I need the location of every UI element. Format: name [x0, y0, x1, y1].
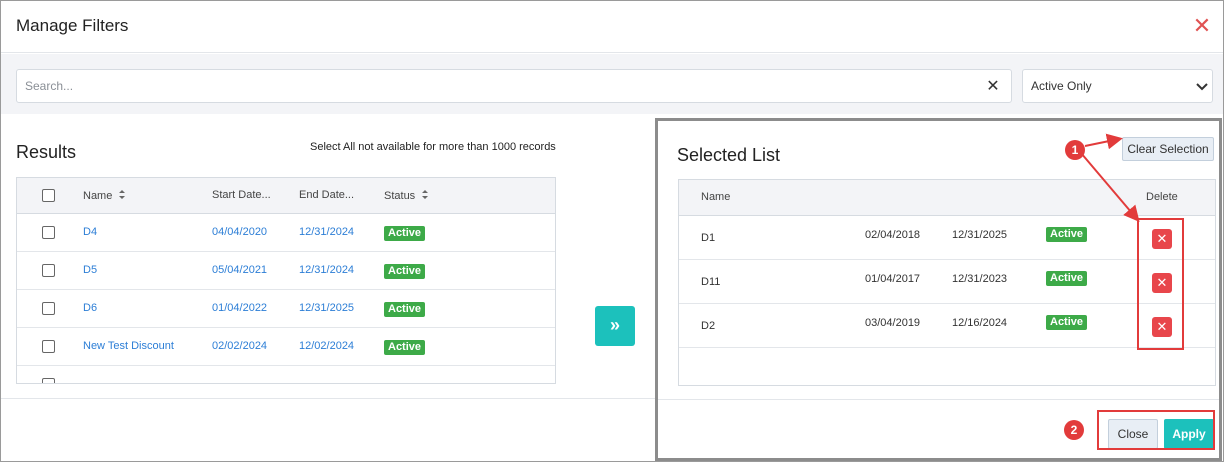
status-badge: Active [384, 340, 426, 355]
status-badge: Active [384, 264, 426, 279]
results-table-header: Name Start Date... End Date... Status [17, 178, 555, 214]
row-start-date[interactable]: 04/04/2020 [212, 226, 267, 238]
search-box: ✕ [16, 69, 1012, 103]
filter-toolbar: ✕ Active Only [1, 54, 1223, 114]
column-header-name: Name [701, 191, 731, 203]
results-footer-divider [1, 398, 657, 399]
status-filter-select[interactable]: Active Only [1022, 69, 1213, 103]
column-header-delete: Delete [1146, 191, 1178, 203]
selected-row-end-date: 12/31/2025 [952, 229, 1008, 241]
annotation-box-delete-column [1137, 218, 1184, 350]
column-header-name[interactable]: Name [83, 189, 126, 202]
selected-row-name: D11 [701, 276, 721, 288]
search-input[interactable] [25, 76, 965, 96]
annotation-box-footer-buttons [1097, 410, 1215, 450]
row-name-link[interactable]: D4 [83, 226, 97, 238]
sort-icon [422, 190, 429, 199]
chevron-down-icon [1196, 83, 1208, 91]
row-end-date[interactable]: 12/31/2025 [299, 302, 354, 314]
row-end-date[interactable]: 12/31/2024 [299, 226, 354, 238]
selected-row-start-date: 02/04/2018 [865, 229, 921, 241]
close-icon[interactable]: ✕ [1189, 13, 1215, 39]
status-badge: Active [1046, 315, 1088, 330]
manage-filters-dialog: Manage Filters ✕ ✕ Active Only Results S… [0, 0, 1224, 462]
table-row[interactable]: D4 04/04/2020 12/31/2024 Active [17, 214, 555, 252]
status-badge: Active [384, 226, 426, 241]
selected-table: Name Delete D1 02/04/2018 12/31/2025 Act… [678, 179, 1216, 386]
selected-row-name: D1 [701, 232, 716, 244]
selected-row: D1 02/04/2018 12/31/2025 Active ✕ [679, 216, 1215, 260]
results-title: Results [16, 142, 77, 162]
row-start-date[interactable]: 02/02/2024 [212, 340, 267, 352]
selected-row-start-date: 01/04/2017 [865, 273, 921, 285]
row-checkbox[interactable] [42, 302, 55, 315]
row-start-date[interactable]: 05/04/2021 [212, 264, 267, 276]
table-row[interactable]: D6 01/04/2022 12/31/2025 Active [17, 290, 555, 328]
row-checkbox[interactable] [42, 226, 55, 239]
status-badge: Active [1046, 227, 1088, 242]
selected-row-end-date: 12/16/2024 [952, 317, 1008, 329]
status-filter-value: Active Only [1031, 79, 1092, 93]
selected-row-end-date: 12/31/2023 [952, 273, 1008, 285]
selected-table-header: Name Delete [679, 180, 1215, 216]
results-table: Name Start Date... End Date... Status D4… [16, 177, 556, 384]
row-name-link[interactable]: D6 [83, 302, 97, 314]
row-name-link[interactable]: D5 [83, 264, 97, 276]
select-all-checkbox[interactable] [42, 189, 55, 202]
row-checkbox[interactable] [42, 340, 55, 353]
selected-row: D11 01/04/2017 12/31/2023 Active ✕ [679, 260, 1215, 304]
column-header-end-date[interactable]: End Date... [299, 189, 354, 201]
column-header-status[interactable]: Status [384, 189, 429, 202]
dialog-header: Manage Filters ✕ [1, 1, 1223, 53]
move-to-selected-button[interactable]: » [595, 306, 635, 346]
selected-row: D2 03/04/2019 12/16/2024 Active ✕ [679, 304, 1215, 348]
table-row[interactable]: New Test Discount 02/02/2024 12/02/2024 … [17, 328, 555, 366]
table-row-partial[interactable] [17, 366, 555, 383]
status-badge: Active [384, 302, 426, 317]
selected-row-name: D2 [701, 320, 716, 332]
sort-icon [119, 190, 126, 199]
row-checkbox[interactable] [42, 378, 55, 383]
selected-list-title: Selected List [677, 145, 781, 165]
select-all-note: Select All not available for more than 1… [310, 141, 556, 153]
dialog-title: Manage Filters [16, 16, 129, 35]
status-badge: Active [1046, 271, 1088, 286]
row-checkbox[interactable] [42, 264, 55, 277]
annotation-marker-2: 2 [1064, 420, 1084, 440]
annotation-marker-1: 1 [1065, 140, 1085, 160]
double-chevron-right-icon: » [609, 315, 620, 335]
selected-row-start-date: 03/04/2019 [865, 317, 921, 329]
panel-footer-divider [658, 399, 1219, 400]
clear-icon[interactable]: ✕ [983, 77, 1003, 97]
column-header-start-date[interactable]: Start Date... [212, 189, 271, 201]
row-end-date[interactable]: 12/02/2024 [299, 340, 354, 352]
row-name-link[interactable]: New Test Discount [83, 340, 174, 352]
row-start-date[interactable]: 01/04/2022 [212, 302, 267, 314]
table-row[interactable]: D5 05/04/2021 12/31/2024 Active [17, 252, 555, 290]
clear-selection-button[interactable]: Clear Selection [1122, 137, 1214, 161]
row-end-date[interactable]: 12/31/2024 [299, 264, 354, 276]
